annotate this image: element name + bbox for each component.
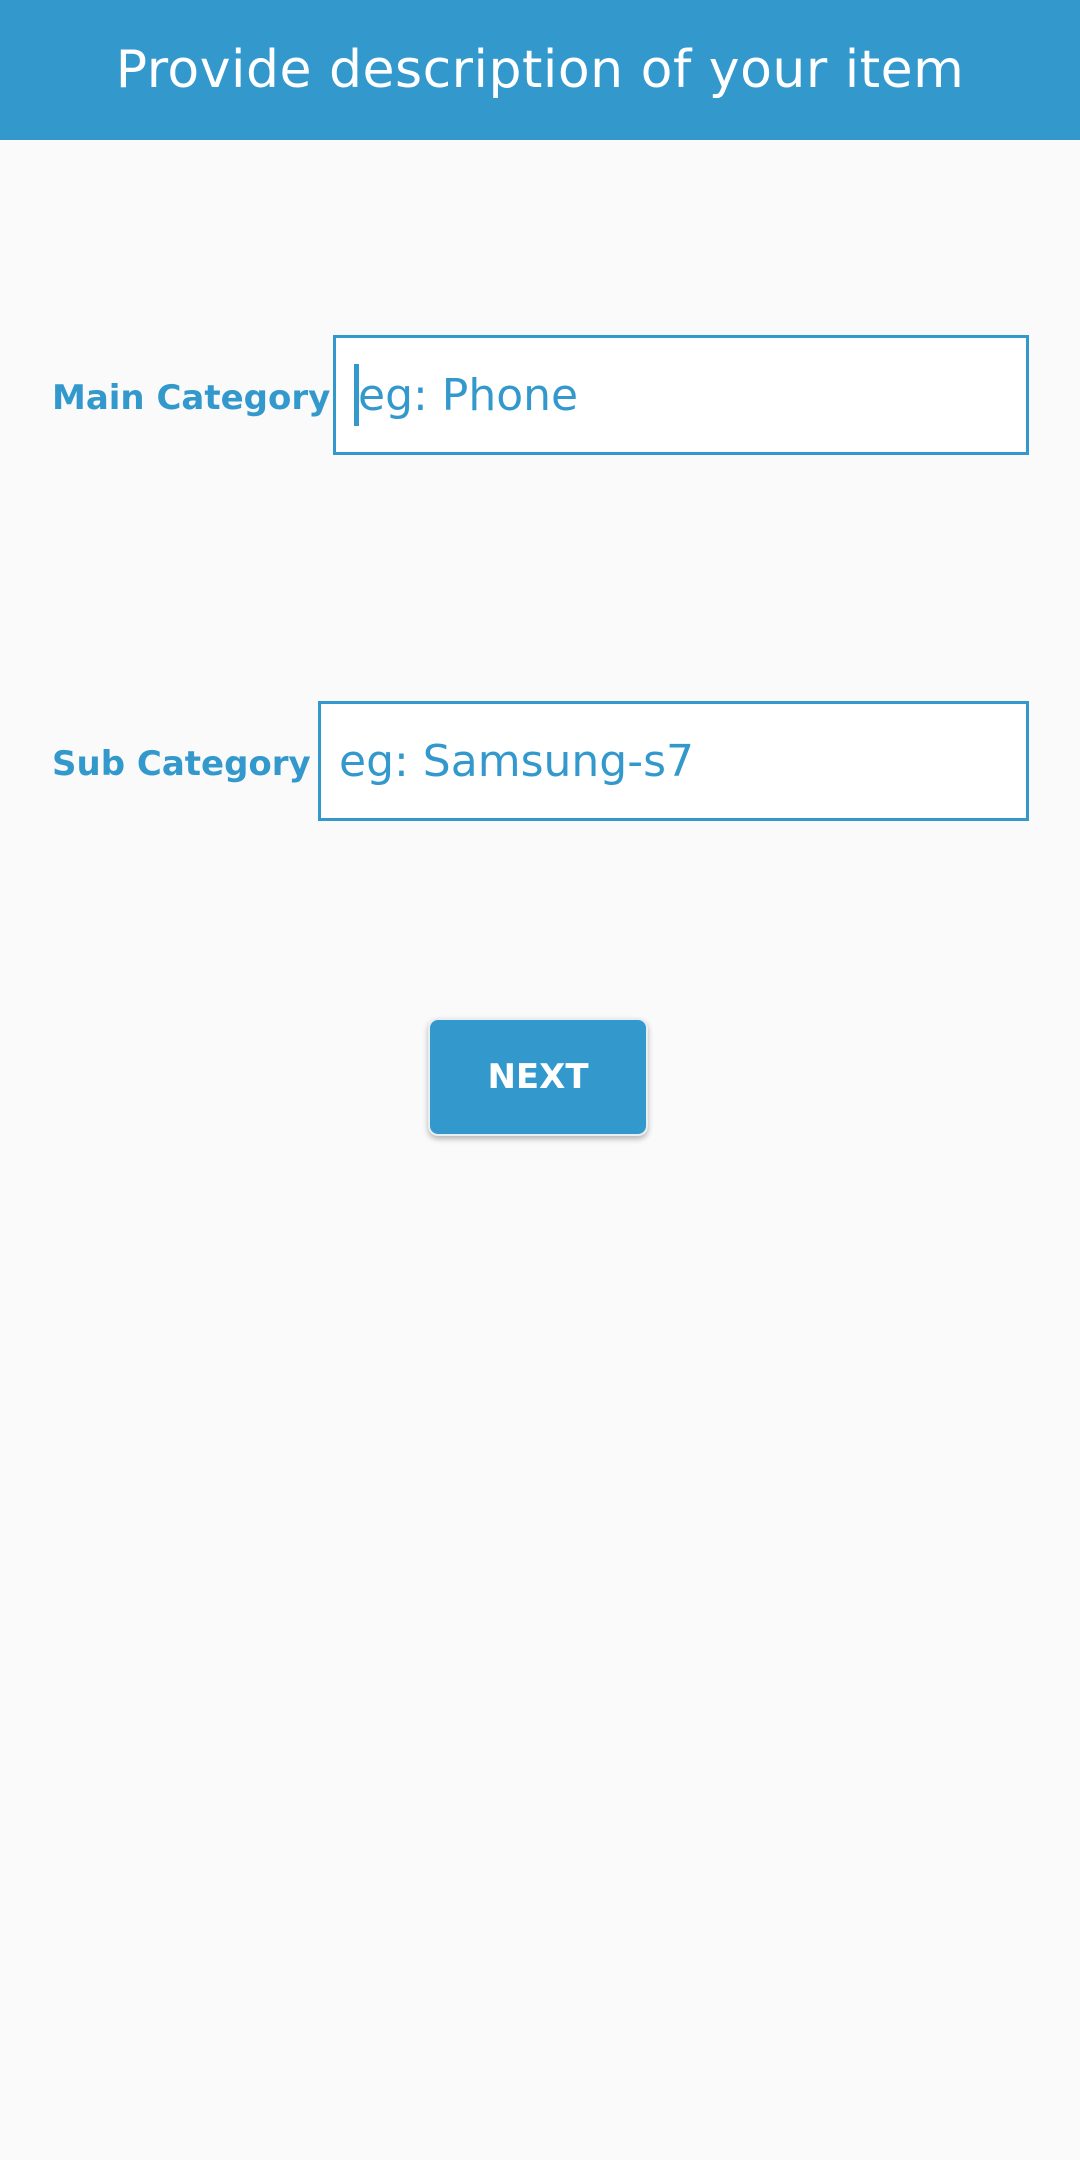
- main-category-field[interactable]: [333, 335, 1029, 455]
- sub-category-label: Sub Category: [52, 744, 311, 784]
- sub-category-input[interactable]: [339, 704, 1026, 818]
- text-cursor: [354, 364, 359, 426]
- sub-category-field[interactable]: [318, 701, 1029, 821]
- main-category-input[interactable]: [354, 338, 1026, 452]
- app-bar: Provide description of your item: [0, 0, 1080, 140]
- main-category-label: Main Category: [52, 378, 331, 418]
- next-button[interactable]: NEXT: [428, 1018, 648, 1136]
- page-title: Provide description of your item: [115, 40, 965, 100]
